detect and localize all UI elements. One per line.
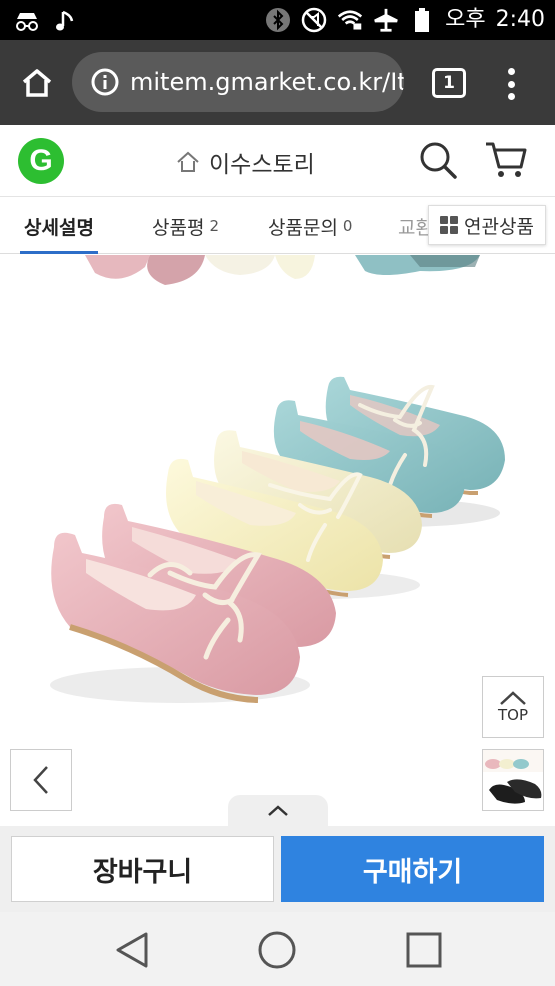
- top-label: TOP: [497, 706, 528, 724]
- recents-nav-button[interactable]: [402, 928, 446, 972]
- tab-detail[interactable]: 상세설명: [20, 198, 98, 254]
- product-tabs: 상세설명 상품평 2 상품문의 0 교환 연관상품: [0, 198, 555, 254]
- collapse-bar-toggle[interactable]: [228, 795, 328, 827]
- home-button[interactable]: [14, 60, 60, 106]
- chevron-up-icon: [268, 805, 288, 816]
- info-icon[interactable]: [90, 67, 120, 97]
- add-to-cart-button[interactable]: 장바구니: [11, 836, 274, 902]
- overflow-menu-button[interactable]: [498, 64, 524, 104]
- airplane-icon: [373, 7, 399, 33]
- gmarket-logo[interactable]: G: [18, 138, 64, 184]
- wifi-icon: [337, 7, 363, 33]
- store-home-link[interactable]: 이수스토리: [175, 145, 315, 179]
- related-product-thumbnail[interactable]: [482, 749, 544, 811]
- purchase-action-bar: 장바구니 구매하기: [0, 826, 555, 912]
- cart-icon[interactable]: [484, 140, 528, 180]
- scroll-top-button[interactable]: TOP: [482, 676, 544, 738]
- mute-icon: [301, 7, 327, 33]
- recents-square-icon: [406, 932, 442, 968]
- browser-toolbar: mitem.gmarket.co.kr/Ite 1: [0, 40, 555, 125]
- home-icon: [22, 69, 52, 97]
- tab-count: 1: [443, 73, 455, 93]
- product-image: [0, 255, 555, 825]
- tab-reviews[interactable]: 상품평 2: [152, 198, 219, 254]
- back-triangle-icon: [116, 932, 148, 968]
- address-bar[interactable]: mitem.gmarket.co.kr/Ite: [72, 52, 404, 112]
- qna-count: 0: [342, 217, 353, 235]
- thumbnail-image: [483, 750, 543, 804]
- related-products-button[interactable]: 연관상품: [428, 205, 546, 245]
- status-carrier-text: 오후: [445, 7, 486, 32]
- status-bar: 오후 2:40: [0, 0, 555, 40]
- home-circle-icon: [258, 931, 296, 969]
- previous-image-button[interactable]: [10, 749, 72, 811]
- url-text[interactable]: mitem.gmarket.co.kr/Ite: [130, 67, 404, 97]
- shoes-photo: [50, 255, 505, 703]
- home-nav-button[interactable]: [255, 928, 299, 972]
- back-nav-button[interactable]: [110, 928, 154, 972]
- search-icon[interactable]: [418, 140, 458, 180]
- buy-now-button[interactable]: 구매하기: [281, 836, 544, 902]
- grid-icon: [440, 216, 459, 234]
- tab-qna[interactable]: 상품문의 0: [268, 198, 352, 254]
- chevron-up-icon: [500, 691, 526, 705]
- incognito-icon: [14, 8, 40, 34]
- battery-icon: [409, 7, 435, 33]
- chevron-left-icon: [33, 766, 48, 794]
- bluetooth-icon: [265, 7, 291, 33]
- site-header: G 이수스토리: [0, 125, 555, 197]
- status-time: 2:40: [495, 7, 545, 32]
- home-outline-icon: [177, 151, 199, 172]
- music-icon: [52, 8, 78, 34]
- store-name: 이수스토리: [209, 152, 315, 178]
- system-nav-bar: [0, 912, 555, 986]
- review-count: 2: [209, 217, 219, 235]
- tab-switcher-button[interactable]: 1: [432, 68, 466, 98]
